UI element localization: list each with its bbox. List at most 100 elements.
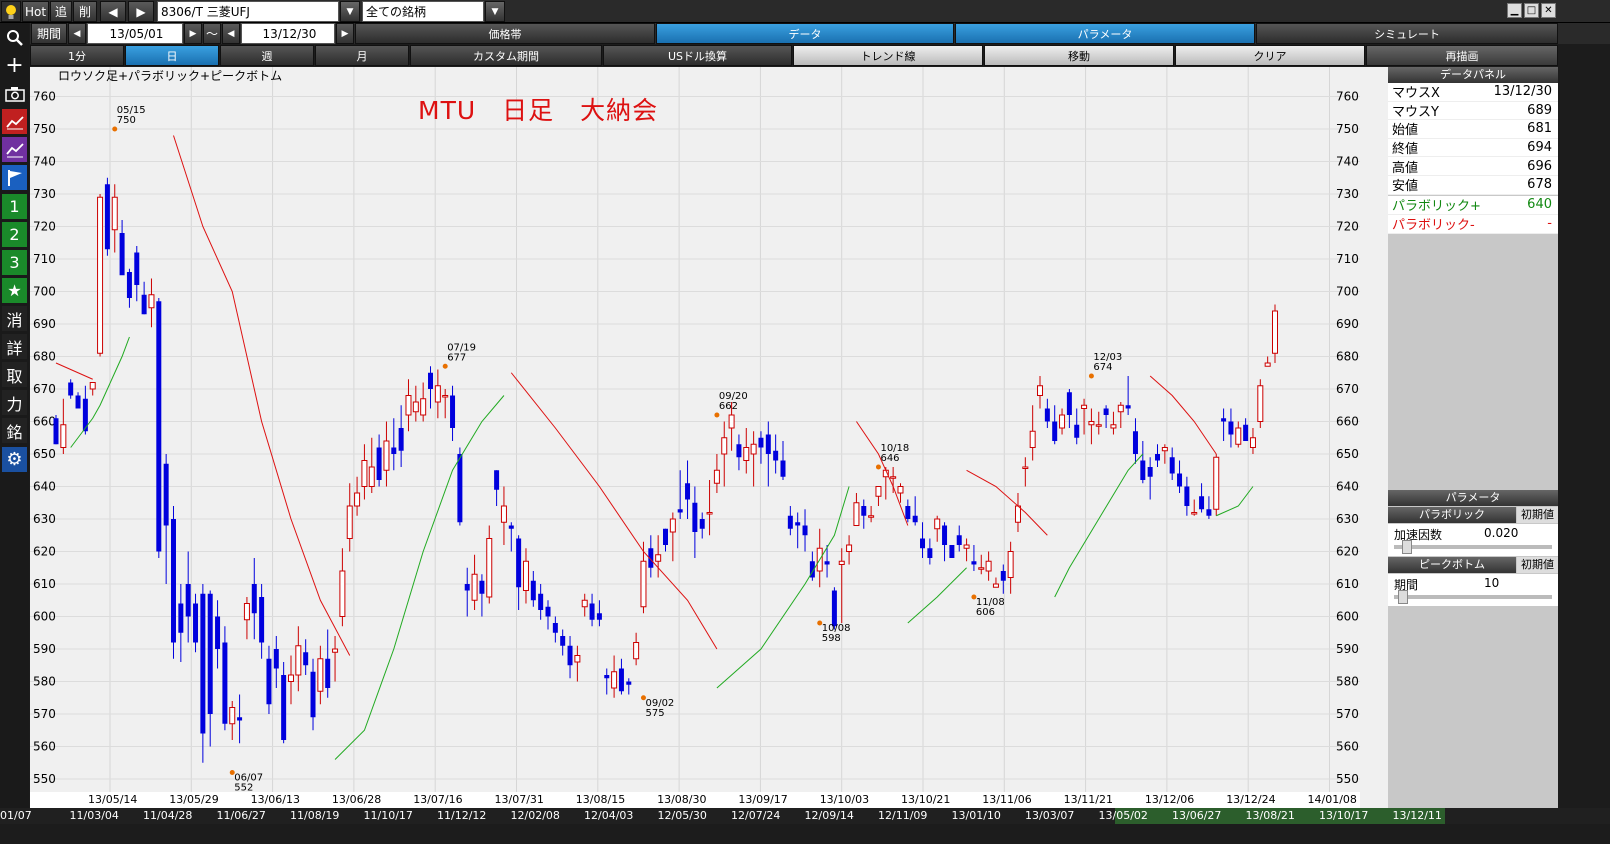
from-next-button[interactable]: ▶ [184,23,202,44]
prev-symbol-button[interactable]: ◀ [100,1,126,22]
peak-reset-button[interactable]: 初期値 [1517,557,1558,573]
sidebar-char-button[interactable]: 3 [2,250,27,275]
candle-body [361,460,368,487]
sidebar-char-button[interactable]: 銘 [2,418,27,443]
chart-purple-button[interactable] [2,137,27,162]
overview-date-label: 13/06/27 [1172,809,1222,822]
add-button[interactable]: 追 [50,1,72,22]
from-prev-button[interactable]: ◀ [68,23,86,44]
tab-simulate[interactable]: シミュレート [1256,23,1558,44]
to-prev-button[interactable]: ◀ [222,23,240,44]
candle-body [1213,456,1220,510]
flag-button[interactable] [2,165,27,190]
sar-minus-value: - [1547,216,1552,232]
candle-body [428,372,434,389]
to-next-button[interactable]: ▶ [336,23,354,44]
close-button[interactable]: ✕ [1541,3,1556,18]
symbol-dropdown[interactable]: ▼ [340,1,360,22]
tab-data[interactable]: データ [656,23,954,44]
maximize-button[interactable]: □ [1524,3,1539,18]
from-date-input[interactable]: 13/05/01 [87,23,183,44]
sar-line [716,486,850,689]
tab-price-band[interactable]: 価格帯 [355,23,655,44]
x-tick-label: 13/10/21 [901,793,951,806]
candle-body [508,525,514,529]
candle-body [596,613,602,620]
interval-week[interactable]: 週 [220,45,314,66]
candle-body [60,424,67,448]
candle-body [875,486,882,497]
trendline-button[interactable]: トレンド線 [793,45,983,66]
peak-value-label: 575 [645,708,664,719]
sidebar-char-button[interactable]: ★ [2,278,27,303]
candle-body [552,623,558,633]
candlestick-chart[interactable]: 760 760 750 750 740 740 730 730 720 720 710 710 700 7… [30,67,1360,819]
chart-red-button[interactable] [2,109,27,134]
delete-button[interactable]: 削 [73,1,97,22]
crosshair-button[interactable]: + [2,53,27,78]
minimize-button[interactable]: ▁ [1507,3,1522,18]
candle-body [1081,404,1088,409]
chart-area[interactable]: 760 760 750 750 740 740 730 730 720 720 710 710 700 7… [30,67,1360,819]
interval-1min[interactable]: 1分 [30,45,124,66]
period-slider-track[interactable] [1394,595,1552,599]
sidebar-char-button[interactable]: 消 [2,306,27,331]
sidebar-char-button[interactable]: 取 [2,362,27,387]
sar-minus-label: パラボリック- [1392,218,1475,234]
sidebar-char-button[interactable]: 2 [2,222,27,247]
symbol-input[interactable]: 8306/T 三菱UFJ [157,1,339,22]
period-slider-thumb[interactable] [1398,590,1408,604]
sidebar-char-button[interactable]: 詳 [2,334,27,359]
candle-body [237,717,243,721]
candle-body [692,502,698,532]
candle-body [1066,392,1072,415]
interval-day[interactable]: 日 [125,45,219,66]
candle-body [457,454,463,523]
candle-body [1243,424,1249,441]
y-tick-left: 600 [33,610,56,624]
candle-body [1177,473,1183,487]
accel-slider-thumb[interactable] [1402,540,1412,554]
candle-body [1088,421,1095,426]
candle-body [259,597,265,643]
interval-month[interactable]: 月 [315,45,409,66]
redraw-button[interactable]: 再描画 [1366,45,1558,66]
sidebar-char-button[interactable]: 1 [2,194,27,219]
peak-value-label: 662 [719,401,738,412]
accel-slider-track[interactable] [1394,545,1552,549]
usd-conversion-button[interactable]: USドル換算 [603,45,792,66]
candle-body [971,561,977,565]
to-date-input[interactable]: 13/12/30 [241,23,335,44]
sidebar-char-button[interactable]: 力 [2,390,27,415]
candle-body [383,440,390,471]
bulb-icon[interactable] [1,1,21,22]
candle-body [699,519,705,529]
group-select[interactable]: 全ての銘柄 [362,1,484,22]
data-row-label: 始値 [1392,123,1419,139]
peak-bottom-section: ピークボトム [1388,557,1516,573]
candle-body [325,658,331,688]
sar-plus-label: パラボリック+ [1392,199,1481,215]
candle-body [581,599,588,608]
move-button[interactable]: 移動 [984,45,1174,66]
next-symbol-button[interactable]: ▶ [128,1,154,22]
chart-line-icon [5,142,24,157]
custom-period-button[interactable]: カスタム期間 [410,45,602,66]
hot-button[interactable]: Hot [22,1,49,22]
parabolic-reset-button[interactable]: 初期値 [1517,507,1558,523]
period-param-value[interactable]: 10 [1484,576,1499,590]
clear-button[interactable]: クリア [1175,45,1365,66]
candle-body [1184,486,1190,506]
zoom-button[interactable] [2,25,27,50]
x-tick-label: 13/06/13 [250,793,300,806]
sar-plus-value: 640 [1527,197,1552,213]
y-tick-left: 700 [33,285,56,299]
tab-parameters[interactable]: パラメータ [955,23,1255,44]
y-tick-right: 550 [1336,772,1359,786]
settings-button[interactable]: ⚙ [2,447,27,472]
y-tick-right: 640 [1336,480,1359,494]
accel-value[interactable]: 0.020 [1484,526,1518,540]
overview-strip[interactable]: 01/07 11/03/04 11/04/28 11/06/27 11/08/19 11/… [0,808,1610,824]
screenshot-button[interactable] [2,81,27,106]
group-dropdown[interactable]: ▼ [485,1,505,22]
